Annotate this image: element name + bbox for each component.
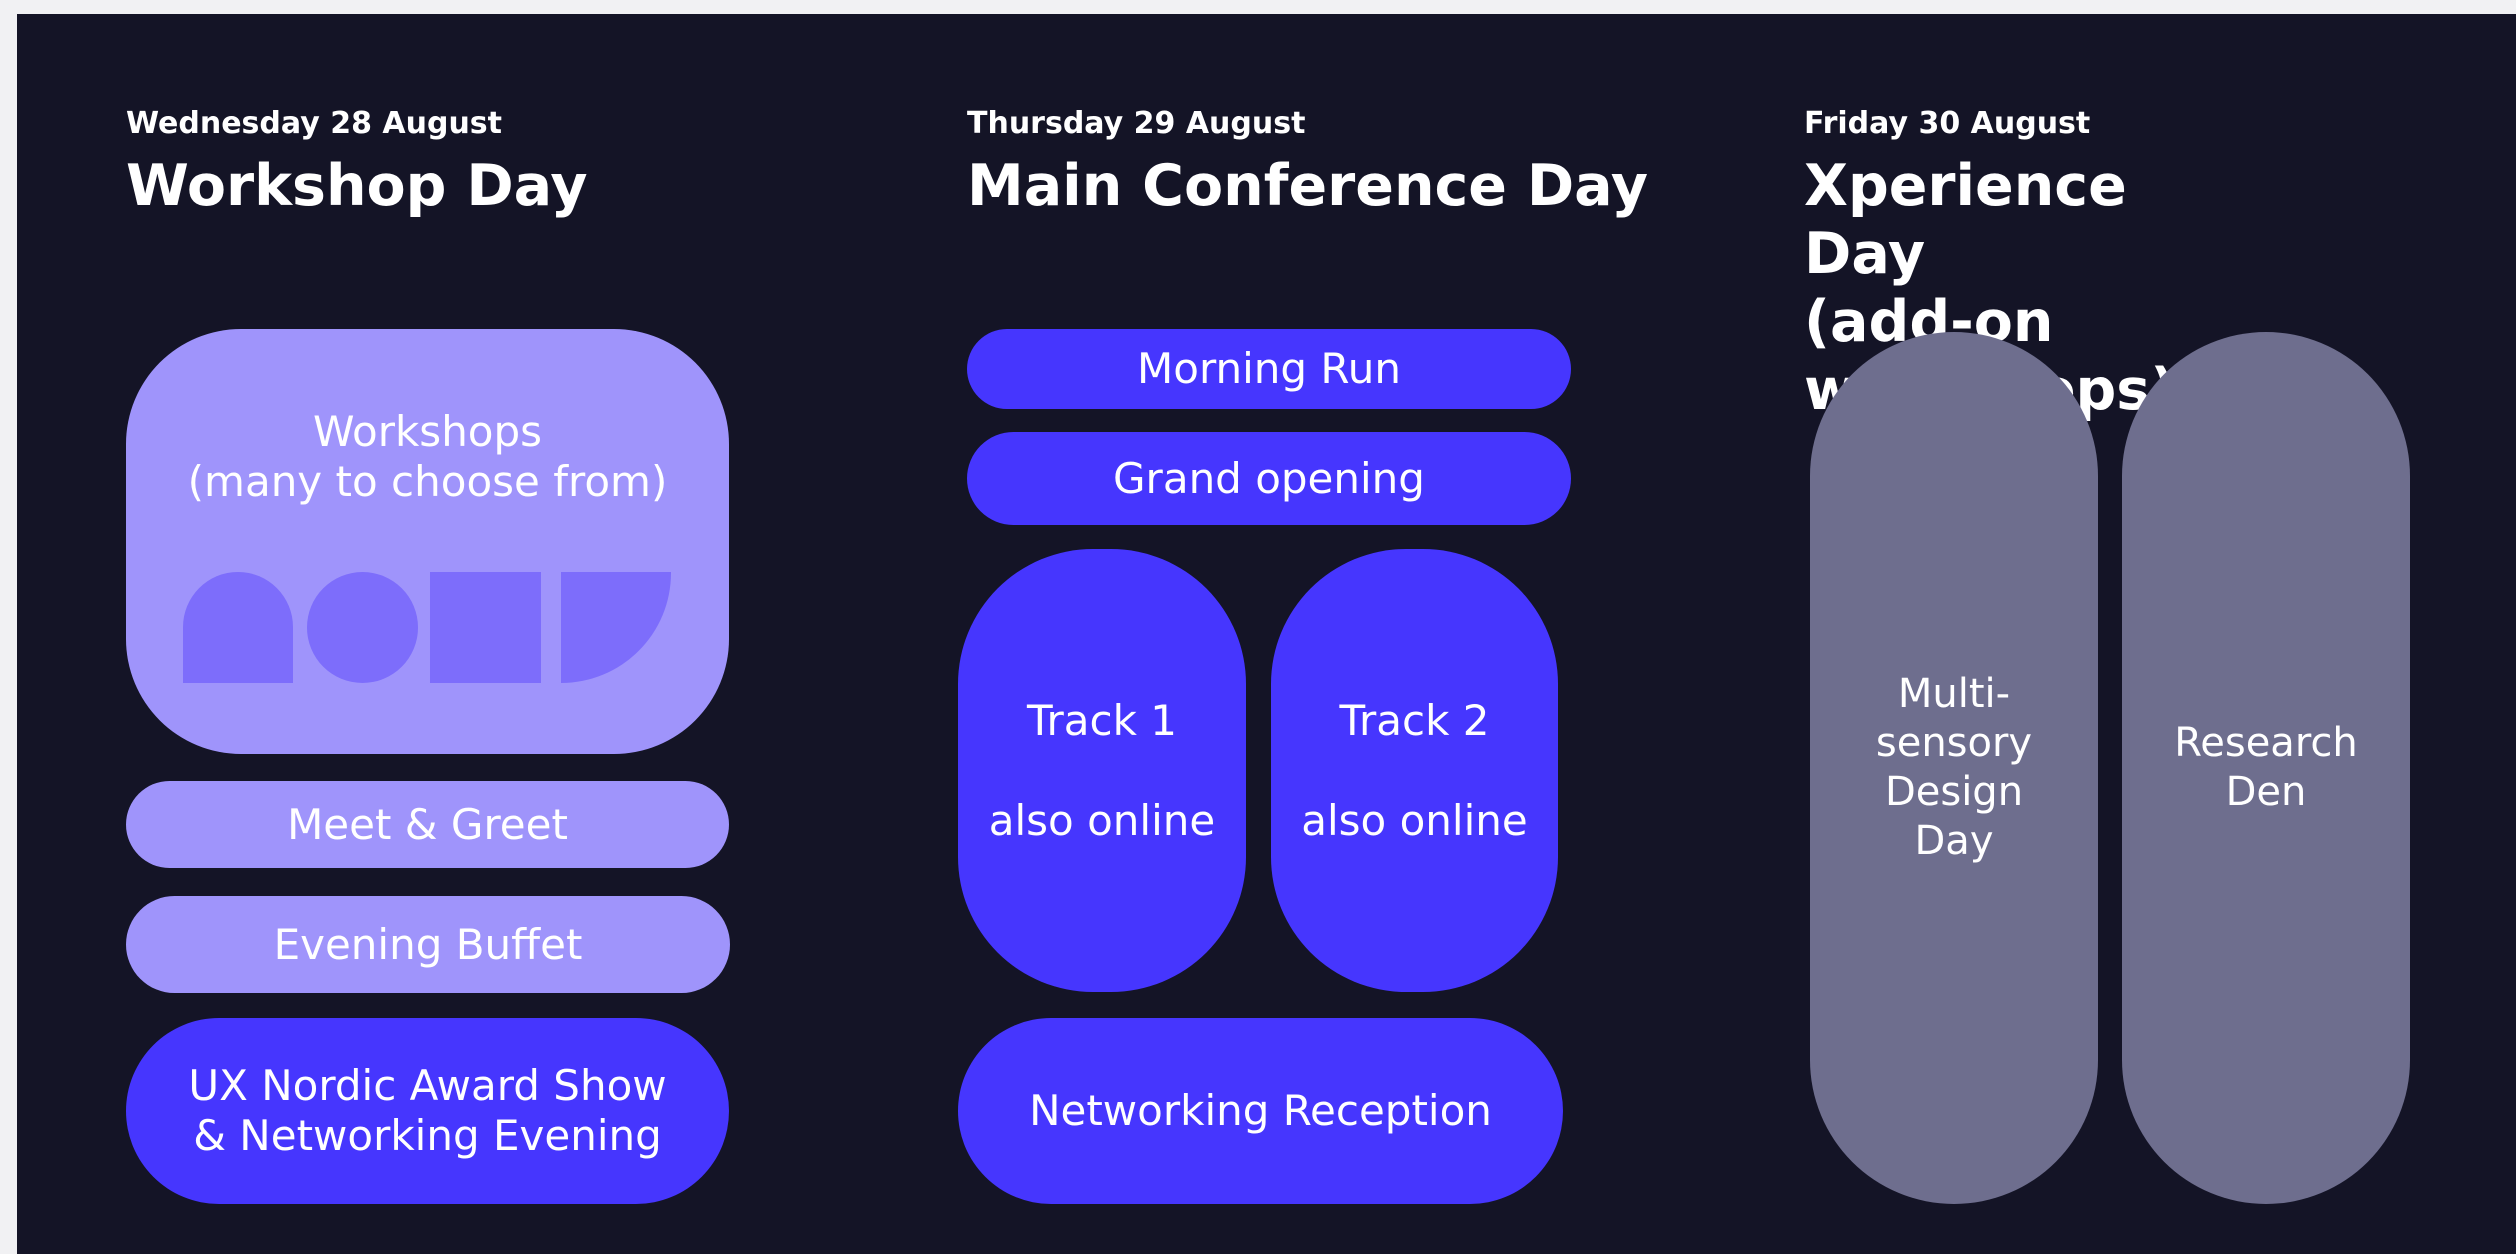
day-title: Main Conference Day: [967, 153, 1648, 219]
multisensory-design-day-block: Multi- sensory Design Day: [1810, 332, 2098, 1204]
block-label: UX Nordic Award Show & Networking Evenin…: [188, 1061, 667, 1160]
workshops-block: Workshops (many to choose from): [126, 329, 729, 754]
evening-buffet-block: Evening Buffet: [126, 896, 730, 993]
block-label: Morning Run: [1137, 344, 1401, 393]
block-label: Track 2 also online: [1301, 695, 1528, 845]
day-date: Thursday 29 August: [967, 106, 1306, 141]
award-show-block: UX Nordic Award Show & Networking Evenin…: [126, 1018, 729, 1204]
block-label: Meet & Greet: [287, 799, 568, 849]
networking-reception-block: Networking Reception: [958, 1018, 1563, 1204]
schedule-panel: Wednesday 28 August Workshop Day Worksho…: [17, 14, 2516, 1254]
day-date: Friday 30 August: [1804, 106, 2091, 141]
block-label: Research Den: [2174, 720, 2358, 815]
day-date: Wednesday 28 August: [126, 106, 502, 141]
grand-opening-block: Grand opening: [967, 432, 1571, 525]
morning-run-block: Morning Run: [967, 329, 1571, 409]
track-2-block: Track 2 also online: [1271, 549, 1558, 992]
arch-shape-icon: [183, 572, 293, 683]
track-1-block: Track 1 also online: [958, 549, 1246, 992]
block-label: Evening Buffet: [273, 919, 583, 969]
block-label: Networking Reception: [1029, 1086, 1492, 1135]
day-title: Workshop Day: [126, 153, 588, 219]
block-label: Multi- sensory Design Day: [1875, 671, 2033, 864]
block-label: Workshops (many to choose from): [187, 407, 668, 506]
circle-shape-icon: [307, 572, 418, 683]
block-label: Track 1 also online: [988, 695, 1216, 845]
square-shape-icon: [430, 572, 541, 683]
block-label: Grand opening: [1113, 453, 1425, 503]
meet-and-greet-block: Meet & Greet: [126, 781, 729, 868]
research-den-block: Research Den: [2122, 332, 2410, 1204]
